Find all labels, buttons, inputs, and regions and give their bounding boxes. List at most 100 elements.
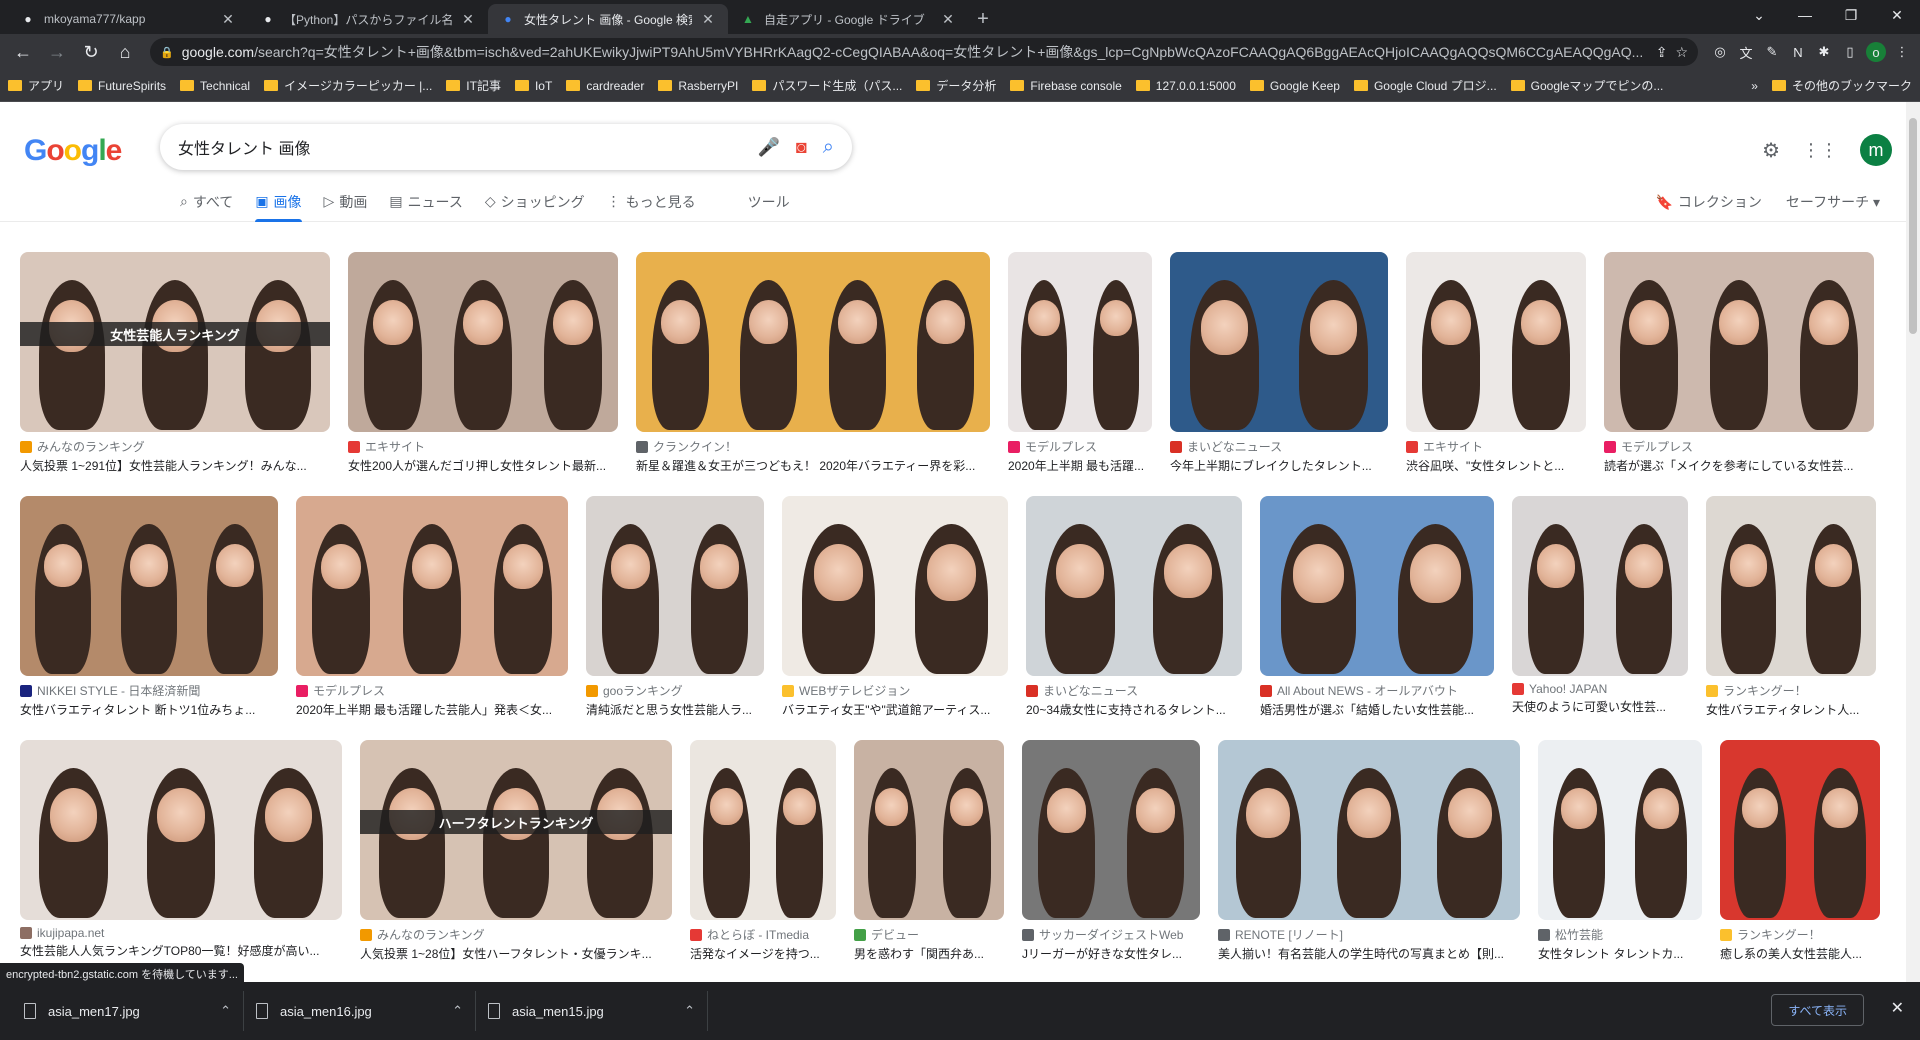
image-result-card[interactable]: WEBザテレビジョン バラエティ女王"や"武道館アーティス... (782, 496, 1008, 718)
sidepanel-icon[interactable]: ▯ (1840, 42, 1860, 62)
result-thumbnail[interactable] (1538, 740, 1702, 920)
result-thumbnail[interactable] (636, 252, 990, 432)
tab-search-chevron-icon[interactable]: ⌄ (1736, 0, 1782, 30)
result-source[interactable]: ランキングー！ (1706, 682, 1876, 699)
bookmark-item[interactable]: Googleマップでピンの... (1510, 77, 1663, 94)
result-source[interactable]: ランキングー！ (1720, 926, 1880, 943)
close-tab-icon[interactable]: ✕ (460, 11, 476, 28)
new-tab-icon[interactable]: + (968, 4, 998, 34)
search-tab[interactable]: ▣ 画像 (255, 182, 302, 222)
translate-icon[interactable]: 文 (1736, 42, 1756, 62)
image-result-card[interactable]: ねとらぼ - ITmedia 活発なイメージを持つ... (690, 740, 836, 962)
result-source[interactable]: エキサイト (348, 438, 618, 455)
bookmark-star-icon[interactable]: ☆ (1675, 44, 1688, 61)
bookmark-item[interactable]: IoT (514, 79, 552, 93)
camera-lens-icon[interactable]: ◙ (796, 137, 807, 158)
result-title[interactable]: 人気投票 1~28位】女性ハーフタレント・女優ランキ... (360, 945, 672, 962)
back-icon[interactable]: ← (8, 37, 38, 67)
result-source[interactable]: モデルプレス (296, 682, 568, 699)
result-source[interactable]: gooランキング (586, 682, 764, 699)
result-title[interactable]: 女性200人が選んだゴリ押し女性タレント最新... (348, 457, 618, 474)
address-bar[interactable]: 🔒 google.com/search?q=女性タレント+画像&tbm=isch… (150, 38, 1698, 66)
image-result-card[interactable]: Yahoo! JAPAN 天使のように可愛い女性芸... (1512, 496, 1688, 718)
result-thumbnail[interactable] (1406, 252, 1586, 432)
result-title[interactable]: 2020年上半期 最も活躍... (1008, 457, 1152, 474)
google-account-avatar[interactable]: m (1860, 134, 1892, 166)
result-title[interactable]: 婚活男性が選ぶ「結婚したい女性芸能... (1260, 701, 1494, 718)
browser-tab[interactable]: ● mkoyama777/kapp ✕ (8, 4, 248, 34)
browser-profile-avatar[interactable]: o (1866, 42, 1886, 62)
bookmark-item[interactable]: Technical (180, 79, 250, 93)
notion-icon[interactable]: N (1788, 42, 1808, 62)
bookmark-item[interactable]: Google Keep (1249, 79, 1340, 93)
reload-icon[interactable]: ↻ (76, 37, 106, 67)
bookmark-item[interactable]: cardreader (566, 79, 644, 93)
result-title[interactable]: 美人揃い！有名芸能人の学生時代の写真まとめ【則... (1218, 945, 1520, 962)
result-thumbnail[interactable] (296, 496, 568, 676)
result-title[interactable]: 20~34歳女性に支持されるタレント... (1026, 701, 1242, 718)
search-tab[interactable]: ▷ 動画 (324, 182, 368, 222)
image-result-card[interactable]: All About NEWS - オールアバウト 婚活男性が選ぶ「結婚したい女性芸… (1260, 496, 1494, 718)
image-result-card[interactable]: エキサイト 渋谷凪咲、"女性タレントと... (1406, 252, 1586, 474)
image-result-card[interactable]: モデルプレス 2020年上半期 最も活躍した芸能人」発表＜女... (296, 496, 568, 718)
close-download-bar-icon[interactable]: ✕ (1891, 998, 1904, 1018)
result-thumbnail[interactable] (1026, 496, 1242, 676)
close-tab-icon[interactable]: ✕ (940, 11, 956, 28)
tools-button[interactable]: ツール (748, 182, 790, 222)
result-title[interactable]: 読者が選ぶ「メイクを参考にしている女性芸... (1604, 457, 1874, 474)
result-title[interactable]: 2020年上半期 最も活躍した芸能人」発表＜女... (296, 701, 568, 718)
bookmark-item[interactable]: アプリ (8, 77, 64, 94)
home-icon[interactable]: ⌂ (110, 37, 140, 67)
bookmark-item[interactable]: FutureSpirits (78, 79, 166, 93)
close-tab-icon[interactable]: ✕ (700, 11, 716, 28)
bookmark-item[interactable]: Firebase console (1010, 79, 1122, 93)
download-item[interactable]: asia_men17.jpg ⌃ (12, 991, 244, 1031)
browser-tab[interactable]: ▲ 自走アプリ - Google ドライブ ✕ (728, 4, 968, 34)
image-result-card[interactable]: ランキングー！ 女性バラエティタレント人... (1706, 496, 1876, 718)
lock-icon[interactable]: 🔒 (160, 46, 174, 59)
browser-tab[interactable]: ● 女性タレント 画像 - Google 検索 ✕ (488, 4, 728, 34)
url-text[interactable]: google.com/search?q=女性タレント+画像&tbm=isch&v… (182, 42, 1648, 62)
image-result-card[interactable]: モデルプレス 読者が選ぶ「メイクを参考にしている女性芸... (1604, 252, 1874, 474)
result-title[interactable]: 活発なイメージを持つ... (690, 945, 836, 962)
image-result-card[interactable]: まいどなニュース 20~34歳女性に支持されるタレント... (1026, 496, 1242, 718)
result-thumbnail[interactable] (854, 740, 1004, 920)
download-item[interactable]: asia_men15.jpg ⌃ (476, 991, 708, 1031)
result-thumbnail[interactable] (1720, 740, 1880, 920)
show-all-downloads-button[interactable]: すべて表示 (1771, 994, 1864, 1026)
close-window-icon[interactable]: ✕ (1874, 0, 1920, 30)
result-title[interactable]: 女性バラエティタレント人... (1706, 701, 1876, 718)
result-thumbnail[interactable] (1218, 740, 1520, 920)
pen-icon[interactable]: ✎ (1762, 42, 1782, 62)
chevron-up-icon[interactable]: ⌃ (684, 1003, 695, 1019)
chevron-up-icon[interactable]: ⌃ (452, 1003, 463, 1019)
result-title[interactable]: 新星＆躍進＆女王が三つどもえ！ 2020年バラエティー界を彩... (636, 457, 990, 474)
result-thumbnail[interactable]: ハーフタレントランキング (360, 740, 672, 920)
result-title[interactable]: 女性芸能人人気ランキングTOP80一覧！好感度が高い... (20, 942, 342, 959)
result-thumbnail[interactable] (1706, 496, 1876, 676)
image-result-card[interactable]: NIKKEI STYLE - 日本経済新聞 女性バラエティタレント 断トツ1位みち… (20, 496, 278, 718)
result-thumbnail[interactable] (1170, 252, 1388, 432)
result-thumbnail[interactable] (348, 252, 618, 432)
result-source[interactable]: NIKKEI STYLE - 日本経済新聞 (20, 682, 278, 699)
result-source[interactable]: デビュー (854, 926, 1004, 943)
result-source[interactable]: みんなのランキング (20, 438, 330, 455)
image-result-card[interactable]: サッカーダイジェストWeb Jリーガーが好きな女性タレ... (1022, 740, 1200, 962)
apps-grid-icon[interactable]: ⋮⋮ (1802, 140, 1838, 161)
bookmark-item[interactable]: データ分析 (916, 77, 996, 94)
result-thumbnail[interactable] (1022, 740, 1200, 920)
search-tab[interactable]: ⋮ もっと見る (607, 182, 696, 222)
google-logo[interactable]: Google (24, 134, 122, 168)
menu-kebab-icon[interactable]: ⋮ (1892, 42, 1912, 62)
safesearch-button[interactable]: セーフサーチ ▾ (1786, 182, 1880, 222)
result-thumbnail[interactable] (690, 740, 836, 920)
result-title[interactable]: 癒し系の美人女性芸能人... (1720, 945, 1880, 962)
page-scrollbar[interactable] (1906, 102, 1920, 982)
browser-tab[interactable]: ● 【Python】パスからファイル名（拡張子 ✕ (248, 4, 488, 34)
puzzle-icon[interactable]: ✱ (1814, 42, 1834, 62)
result-thumbnail[interactable] (586, 496, 764, 676)
result-source[interactable]: まいどなニュース (1026, 682, 1242, 699)
image-result-card[interactable]: 松竹芸能 女性タレント タレントカ... (1538, 740, 1702, 962)
result-source[interactable]: WEBザテレビジョン (782, 682, 1008, 699)
image-result-card[interactable]: エキサイト女性200人が選んだゴリ押し女性タレント最新... (348, 252, 618, 474)
